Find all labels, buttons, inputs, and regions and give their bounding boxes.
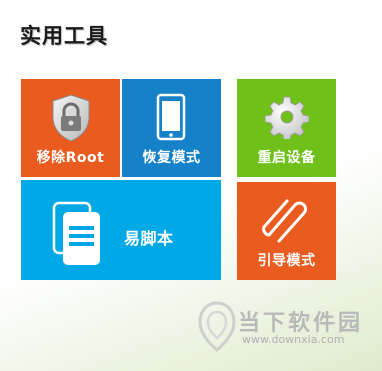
easy-script-tile[interactable]: 易脚本 — [21, 180, 221, 280]
shield-lock-icon — [52, 94, 90, 142]
guide-mode-label: 引导模式 — [257, 253, 316, 269]
page-title: 实用工具 — [20, 24, 108, 48]
reboot-device-tile[interactable]: 重启设备 — [237, 79, 336, 177]
downxia-logo — [198, 301, 236, 352]
remove-root-label: 移除Root — [36, 150, 105, 166]
recovery-mode-label: 恢复模式 — [142, 150, 201, 166]
watermark-url: www.downxia.com — [242, 333, 345, 346]
remove-root-tile[interactable]: 移除Root — [21, 79, 120, 177]
gear-icon — [265, 96, 309, 139]
easy-script-label: 易脚本 — [124, 229, 174, 248]
paperclip-icon — [262, 199, 307, 243]
reboot-device-label: 重启设备 — [257, 150, 316, 166]
guide-mode-tile[interactable]: 引导模式 — [237, 182, 336, 280]
watermark: 当下软件园 www.downxia.com — [198, 300, 378, 352]
documents-icon — [52, 201, 100, 265]
phone-icon — [156, 93, 186, 141]
recovery-mode-tile[interactable]: 恢复模式 — [122, 79, 221, 177]
